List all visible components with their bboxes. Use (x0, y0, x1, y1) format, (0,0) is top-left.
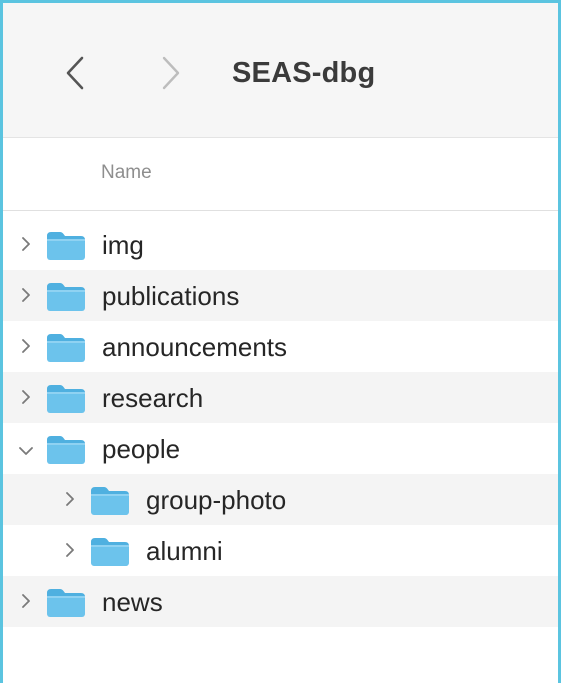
folder-icon (45, 434, 87, 466)
finder-window: SEAS-dbg Name img publications announcemen… (0, 0, 561, 683)
chevron-left-icon (66, 56, 84, 90)
folder-icon (89, 485, 131, 517)
name-column-header[interactable]: Name (101, 162, 152, 184)
column-header[interactable]: Name (3, 138, 558, 211)
folder-name: news (102, 587, 163, 617)
list-item[interactable]: img (3, 219, 558, 270)
disclosure-chevron-right-icon[interactable] (19, 338, 33, 354)
disclosure-chevron-right-icon[interactable] (19, 287, 33, 303)
file-list: img publications announcements research peop… (3, 219, 558, 627)
list-item[interactable]: publications (3, 270, 558, 321)
folder-icon (45, 332, 87, 364)
list-item[interactable]: group-photo (3, 474, 558, 525)
forward-button[interactable] (153, 53, 189, 93)
disclosure-chevron-right-icon[interactable] (19, 389, 33, 405)
back-button[interactable] (57, 53, 93, 93)
disclosure-chevron-down-icon[interactable] (19, 443, 33, 459)
folder-name: people (102, 434, 181, 464)
list-item[interactable]: alumni (3, 525, 558, 576)
folder-icon (45, 383, 87, 415)
folder-name: research (102, 383, 204, 413)
folder-icon (45, 281, 87, 313)
folder-name: alumni (146, 536, 223, 566)
list-item[interactable]: announcements (3, 321, 558, 372)
folder-name: publications (102, 281, 240, 311)
window-title: SEAS-dbg (232, 57, 376, 89)
disclosure-chevron-right-icon[interactable] (63, 491, 77, 507)
toolbar: SEAS-dbg (3, 3, 558, 138)
folder-icon (89, 536, 131, 568)
folder-name: announcements (102, 332, 288, 362)
list-item[interactable]: research (3, 372, 558, 423)
disclosure-chevron-right-icon[interactable] (19, 236, 33, 252)
folder-name: group-photo (146, 485, 287, 515)
folder-name: img (102, 230, 144, 260)
disclosure-chevron-right-icon[interactable] (63, 542, 77, 558)
folder-icon (45, 587, 87, 619)
folder-icon (45, 230, 87, 262)
list-item[interactable]: news (3, 576, 558, 627)
list-item[interactable]: people (3, 423, 558, 474)
disclosure-chevron-right-icon[interactable] (19, 593, 33, 609)
chevron-right-icon (162, 56, 180, 90)
